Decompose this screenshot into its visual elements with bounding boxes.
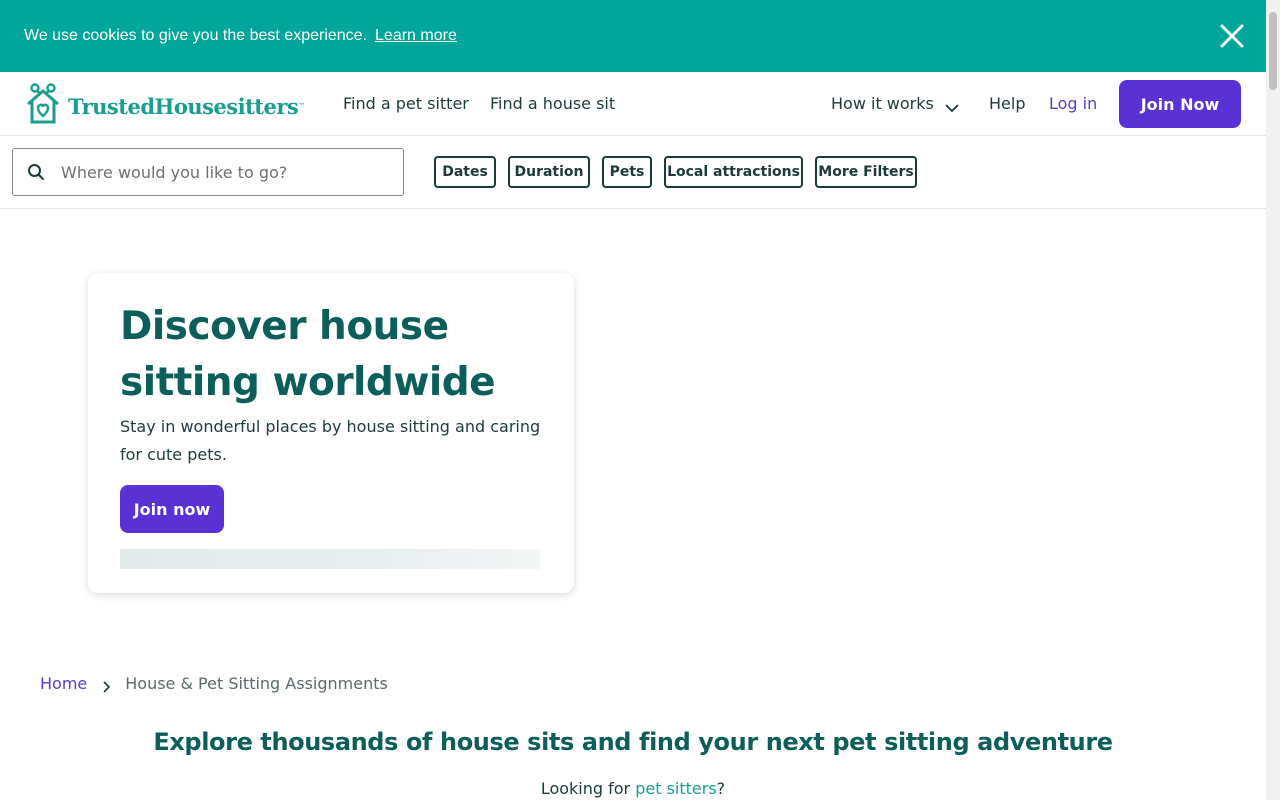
nav-how-it-works[interactable]: How it works (831, 94, 934, 113)
looking-suffix: ? (716, 779, 726, 798)
join-now-button[interactable]: Join Now (1119, 80, 1241, 128)
house-heart-logo-icon (24, 82, 62, 130)
hero-loading-placeholder (120, 549, 540, 569)
chevron-right-icon (101, 678, 111, 693)
looking-prefix: Looking for (540, 779, 636, 798)
search-icon (27, 163, 45, 181)
chevron-down-icon[interactable] (945, 98, 959, 113)
main-nav: TrustedHousesitters ™ Find a pet sitter F… (0, 72, 1266, 136)
brand-name: TrustedHousesitters (68, 93, 299, 119)
looking-for-line: Looking for pet sitters? (0, 779, 1266, 798)
cookie-learn-more-link[interactable]: Learn more (375, 27, 457, 45)
filter-duration[interactable]: Duration (508, 156, 590, 188)
nav-help[interactable]: Help (989, 94, 1025, 113)
hero-title: Discover house sitting worldwide (120, 304, 496, 405)
breadcrumb-current: House & Pet Sitting Assignments (125, 674, 388, 693)
brand-logo[interactable]: TrustedHousesitters ™ (24, 82, 305, 130)
hero-card: Discover house sitting worldwide Stay in… (88, 273, 574, 593)
close-icon[interactable] (1218, 22, 1246, 50)
filter-local-attractions[interactable]: Local attractions (664, 156, 803, 188)
pet-sitters-link[interactable]: pet sitters (635, 779, 716, 798)
cookie-banner: We use cookies to give you the best expe… (0, 0, 1266, 72)
hero-join-button[interactable]: Join now (120, 485, 224, 533)
breadcrumb: Home House & Pet Sitting Assignments (40, 674, 388, 693)
hero-subtitle: Stay in wonderful places by house sittin… (120, 417, 541, 464)
explore-heading: Explore thousands of house sits and find… (153, 728, 1113, 756)
nav-find-pet-sitter[interactable]: Find a pet sitter (343, 94, 469, 113)
search-input[interactable] (61, 159, 391, 185)
filter-pets[interactable]: Pets (602, 156, 652, 188)
filter-more-filters[interactable]: More Filters (815, 156, 917, 188)
nav-login-link[interactable]: Log in (1049, 94, 1097, 113)
brand-trademark: ™ (298, 102, 306, 110)
nav-find-house-sit[interactable]: Find a house sit (490, 94, 615, 113)
filter-dates[interactable]: Dates (434, 156, 496, 188)
location-search[interactable] (12, 148, 404, 196)
cookie-message: We use cookies to give you the best expe… (24, 27, 368, 44)
breadcrumb-home[interactable]: Home (40, 674, 87, 693)
page-scrollbar[interactable] (1266, 0, 1280, 800)
scrollbar-thumb[interactable] (1269, 12, 1277, 90)
search-filter-bar: Dates Duration Pets Local attractions Mo… (0, 136, 1266, 209)
